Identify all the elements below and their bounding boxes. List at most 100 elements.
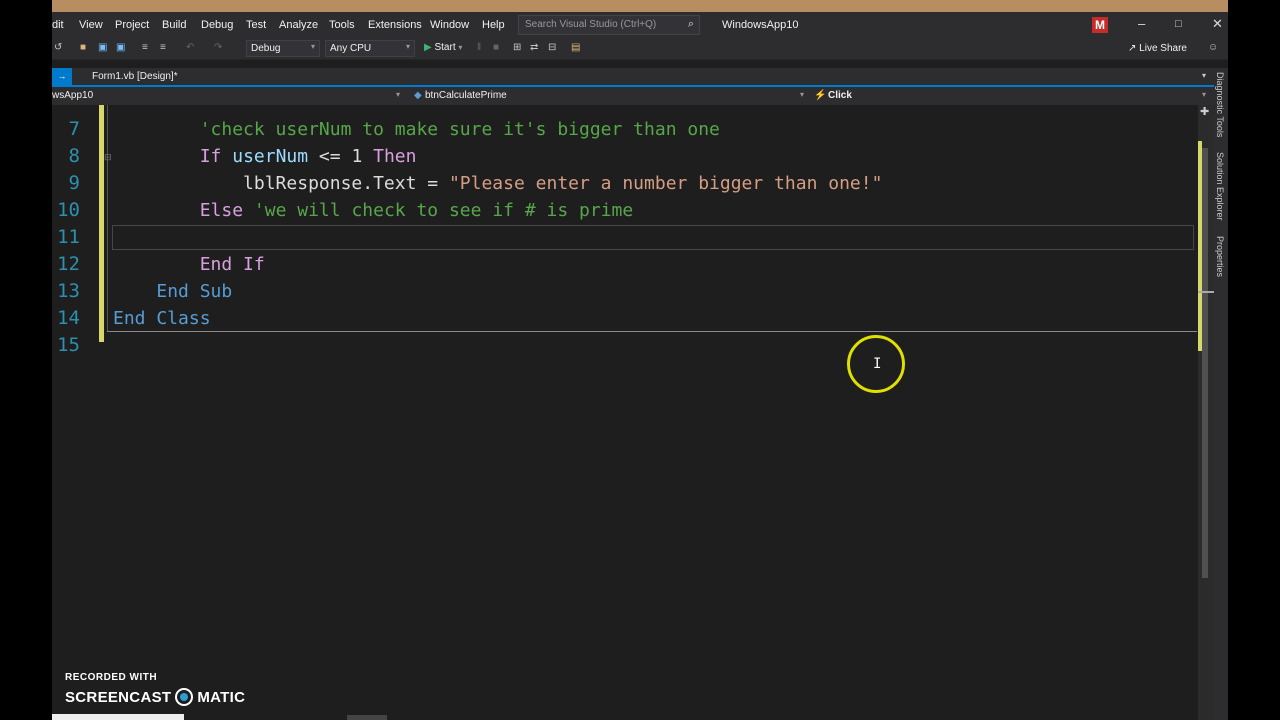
live-share-button[interactable]: ↗ Live Share (1128, 43, 1187, 54)
outline-guide (107, 105, 108, 332)
document-tab-row: → Form1.vb [Design]* ▾ (52, 68, 1214, 87)
split-icon[interactable]: ✚ (1200, 105, 1209, 118)
line-number: 9 (68, 172, 80, 194)
pin-icon[interactable]: → (52, 68, 72, 85)
menu-test[interactable]: Test (246, 19, 266, 31)
code-line[interactable]: lblResponse.Text = "Please enter a numbe… (113, 170, 882, 197)
search-placeholder: Search Visual Studio (Ctrl+Q) (525, 19, 657, 30)
code-token: If (199, 146, 222, 167)
redo-icon[interactable]: ↷ (214, 42, 222, 53)
standard-toolbar: ↺ ■ ▣ ▣ ≡ ≡ ↶ ↷ Debug ▾ Any CPU ▾ ▶ Star… (52, 38, 1228, 60)
object-dropdown[interactable]: btnCalculatePrime (425, 90, 507, 101)
chevron-down-icon: ▾ (396, 90, 401, 99)
code-line[interactable]: End Class (113, 305, 211, 332)
code-token: <= 1 (308, 146, 374, 167)
menu-project[interactable]: Project (115, 19, 149, 31)
line-number: 15 (57, 334, 80, 356)
close-icon[interactable]: ✕ (1212, 16, 1223, 32)
status-bar-fragment (52, 714, 184, 720)
code-line[interactable]: End Sub (113, 278, 232, 305)
search-input[interactable]: Search Visual Studio (Ctrl+Q) ⌕ (518, 15, 700, 35)
navigation-bar: wsApp10 ▾ ◆ btnCalculatePrime ▾ ⚡ Click … (52, 87, 1214, 105)
code-line[interactable]: 'check userNum to make sure it's bigger … (113, 116, 720, 143)
code-line[interactable]: If userNum <= 1 Then (113, 143, 417, 170)
save-all-icon[interactable]: ▣ (116, 42, 125, 53)
menu-edit[interactable]: dit (52, 19, 64, 31)
menu-tools[interactable]: Tools (329, 19, 355, 31)
chevron-down-icon[interactable]: ▾ (1202, 71, 1206, 80)
scrollbar-thumb[interactable] (1202, 148, 1208, 578)
chevron-down-icon: ▾ (1202, 90, 1207, 99)
code-token: End Class (113, 308, 211, 329)
minimize-icon[interactable]: – (1138, 16, 1145, 31)
pause-icon[interactable]: ‖ (477, 42, 481, 53)
code-line[interactable]: Else 'we will check to see if # is prime (113, 197, 634, 224)
menu-extensions[interactable]: Extensions (368, 19, 422, 31)
class-separator (107, 331, 1197, 332)
record-icon (175, 688, 194, 706)
undo-icon[interactable]: ↶ (186, 42, 194, 53)
play-icon: ▶ (424, 42, 432, 53)
event-dropdown[interactable]: Click (828, 90, 852, 101)
object-icon: ◆ (414, 90, 422, 101)
stop-icon[interactable]: ■ (493, 42, 499, 53)
code-editor[interactable]: 7 8 9 10 11 12 13 14 15 ⊟ 'check userNum… (52, 105, 1198, 720)
breakpoint-icon[interactable]: ⊟ (548, 42, 556, 53)
menu-help[interactable]: Help (482, 19, 505, 31)
code-token: lblResponse.Text = (243, 173, 449, 194)
text-cursor-icon: I (873, 356, 882, 372)
hot-reload-icon[interactable]: ⊞ (513, 42, 521, 53)
menu-analyze[interactable]: Analyze (279, 19, 318, 31)
properties-tab[interactable]: Properties (1215, 236, 1225, 277)
solution-explorer-tab[interactable]: Solution Explorer (1215, 152, 1225, 221)
platform-dropdown[interactable]: Any CPU ▾ (325, 40, 415, 57)
line-number: 12 (57, 253, 80, 275)
horizontal-scrollbar-thumb[interactable] (347, 715, 387, 720)
menu-view[interactable]: View (79, 19, 103, 31)
code-token: Then (373, 146, 417, 167)
open-folder-icon[interactable]: ■ (80, 42, 86, 53)
navigate-back-icon[interactable]: ↺ (54, 42, 62, 53)
caret-marker (1198, 291, 1214, 293)
avatar[interactable]: M (1092, 17, 1108, 33)
maximize-icon[interactable]: □ (1175, 18, 1182, 30)
line-number: 11 (57, 226, 80, 248)
comment-icon[interactable]: ≡ (142, 42, 148, 53)
menu-debug[interactable]: Debug (201, 19, 233, 31)
configuration-value: Debug (251, 43, 281, 54)
left-letterbox (0, 0, 52, 720)
configuration-dropdown[interactable]: Debug ▾ (246, 40, 320, 57)
event-icon: ⚡ (814, 90, 827, 101)
project-dropdown[interactable]: wsApp10 (52, 90, 93, 101)
toolbox-icon[interactable]: ▤ (571, 42, 580, 53)
change-tracking-bar (99, 105, 104, 342)
side-tool-strip: Diagnostic Tools Solution Explorer Prope… (1214, 68, 1228, 720)
collapse-icon[interactable]: ⊟ (104, 152, 112, 163)
line-number: 13 (57, 280, 80, 302)
start-label: Start (434, 42, 456, 53)
tab-form1-design[interactable]: Form1.vb [Design]* (92, 71, 178, 82)
code-line[interactable]: End If (113, 251, 265, 278)
save-icon[interactable]: ▣ (98, 42, 107, 53)
share-icon: ↗ (1128, 43, 1137, 54)
line-number: 10 (57, 199, 80, 221)
vertical-scrollbar[interactable]: ✚ (1198, 105, 1214, 720)
watermark-recorded-with: RECORDED WITH (65, 672, 158, 683)
right-letterbox (1228, 0, 1280, 720)
platform-value: Any CPU (330, 43, 372, 54)
uncomment-icon[interactable]: ≡ (160, 42, 166, 53)
start-button[interactable]: ▶ Start ▾ (424, 42, 462, 53)
watermark-brand-left: SCREENCAST (65, 688, 172, 706)
code-token: "Please enter a number bigger than one!" (448, 173, 883, 194)
diagnostic-tools-tab[interactable]: Diagnostic Tools (1215, 72, 1225, 137)
menu-window[interactable]: Window (430, 19, 469, 31)
line-number: 14 (57, 307, 80, 329)
feedback-icon[interactable]: ☺ (1208, 42, 1218, 53)
menu-build[interactable]: Build (162, 19, 186, 31)
step-icon[interactable]: ⇄ (530, 42, 538, 53)
